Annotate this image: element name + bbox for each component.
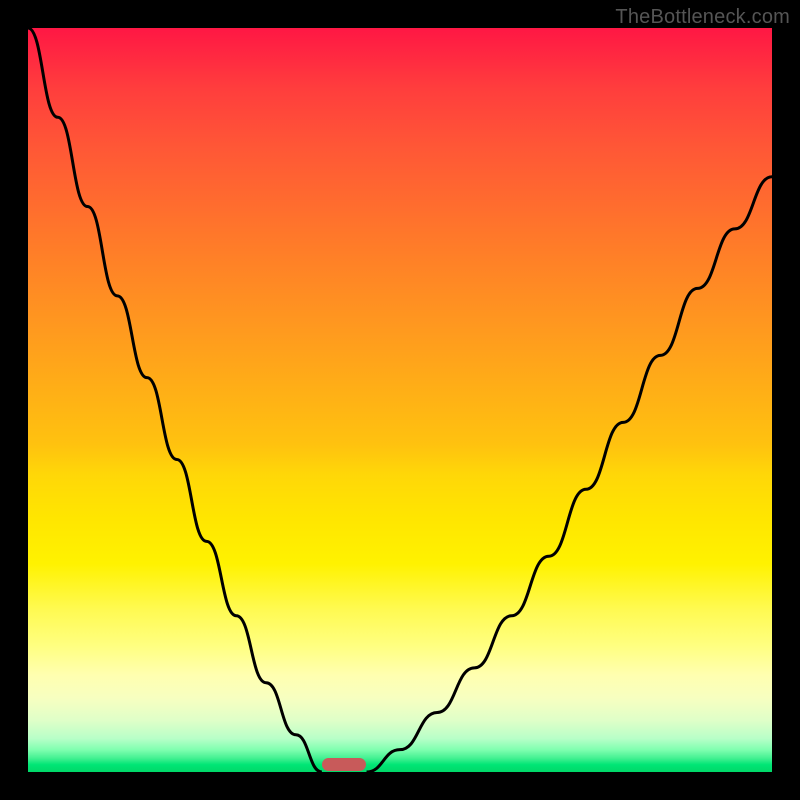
curve-svg (28, 28, 772, 772)
chart-container: TheBottleneck.com (0, 0, 800, 800)
right-branch-curve (367, 177, 772, 772)
left-branch-curve (28, 28, 322, 772)
plot-area (28, 28, 772, 772)
optimum-marker (322, 758, 366, 771)
watermark-text: TheBottleneck.com (615, 6, 790, 29)
